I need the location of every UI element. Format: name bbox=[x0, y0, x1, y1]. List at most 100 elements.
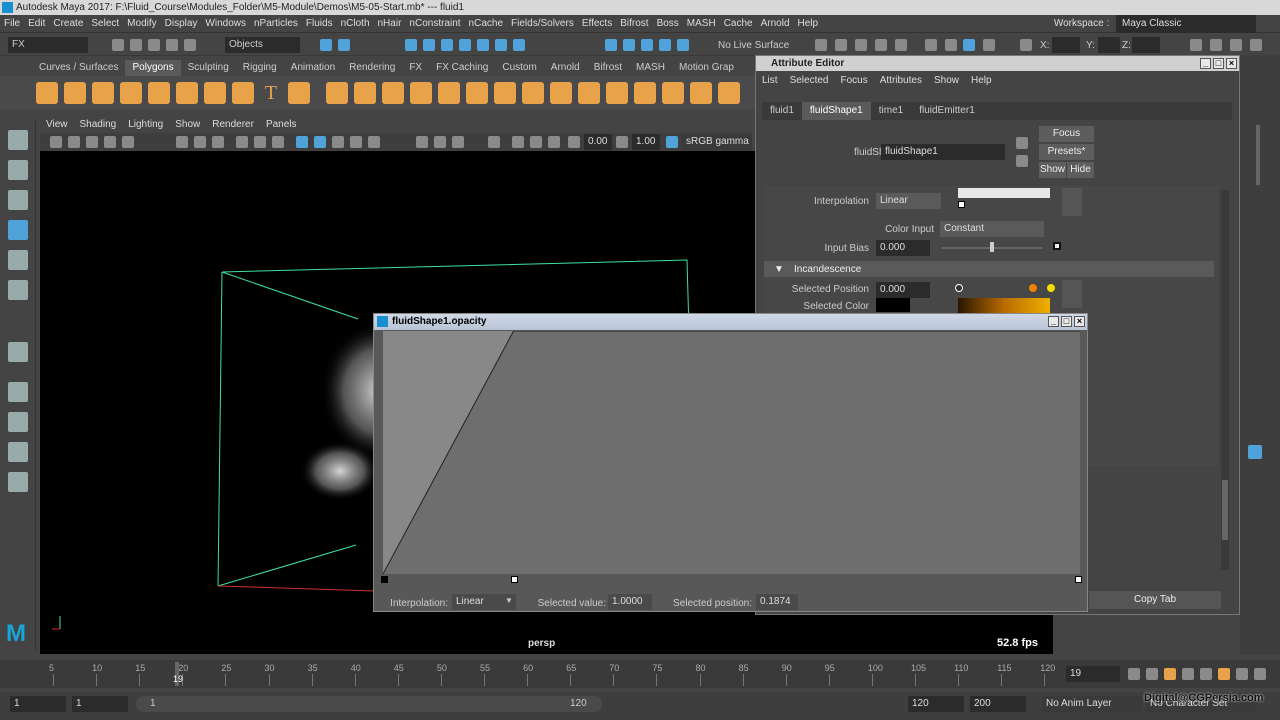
anim-layer-dropdown[interactable]: No Anim Layer bbox=[1042, 696, 1142, 712]
ramp-handle-start[interactable] bbox=[381, 576, 388, 583]
menu-nconstraint[interactable]: nConstraint bbox=[405, 15, 464, 33]
z-field[interactable] bbox=[1132, 37, 1160, 53]
xray-components-icon[interactable] bbox=[548, 136, 560, 148]
safe-action-icon[interactable] bbox=[272, 136, 284, 148]
close-icon[interactable]: × bbox=[1074, 316, 1085, 327]
poly-plane-icon[interactable] bbox=[176, 82, 198, 104]
poly-torus-icon[interactable] bbox=[148, 82, 170, 104]
menu-bifrost[interactable]: Bifrost bbox=[616, 15, 652, 33]
wireframe-icon[interactable] bbox=[296, 136, 308, 148]
color-management-icon[interactable] bbox=[666, 136, 678, 148]
incandescence-handle-orange[interactable] bbox=[1029, 284, 1037, 292]
go-to-end-icon[interactable] bbox=[1254, 668, 1266, 680]
shelf-tab-polygons[interactable]: Polygons bbox=[125, 60, 181, 76]
save-scene-icon[interactable] bbox=[148, 39, 160, 51]
poly-text-icon[interactable]: T bbox=[260, 82, 282, 104]
selected-color-swatch[interactable] bbox=[876, 298, 910, 312]
ramp-large-view-button[interactable] bbox=[1062, 188, 1082, 216]
menu-arnold[interactable]: Arnold bbox=[757, 15, 794, 33]
output-ops-icon[interactable] bbox=[641, 39, 653, 51]
snap-surface-icon[interactable] bbox=[513, 39, 525, 51]
viewport-menu-view[interactable]: View bbox=[40, 117, 74, 133]
last-tool-icon[interactable] bbox=[8, 342, 28, 362]
poly-cube-icon[interactable] bbox=[64, 82, 86, 104]
lasso-tool-icon[interactable] bbox=[8, 160, 28, 180]
cylindrical-map-icon[interactable] bbox=[662, 82, 684, 104]
playback-start-field[interactable]: 1 bbox=[72, 696, 128, 712]
soft-select-icon[interactable] bbox=[677, 39, 689, 51]
maximize-icon[interactable]: □ bbox=[1061, 316, 1072, 327]
grid-toggle-icon[interactable] bbox=[176, 136, 188, 148]
menu-create[interactable]: Create bbox=[49, 15, 87, 33]
ae-menu-focus[interactable]: Focus bbox=[834, 71, 873, 91]
pause-viewport-icon[interactable] bbox=[983, 39, 995, 51]
snap-curve-icon[interactable] bbox=[423, 39, 435, 51]
separate-icon[interactable] bbox=[354, 82, 376, 104]
xray-icon[interactable] bbox=[512, 136, 524, 148]
input-bias-field[interactable]: 0.000 bbox=[876, 240, 930, 256]
select-camera-icon[interactable] bbox=[50, 136, 62, 148]
menu-display[interactable]: Display bbox=[161, 15, 202, 33]
tab-fluid1[interactable]: fluid1 bbox=[762, 102, 802, 120]
poly-svg-icon[interactable] bbox=[288, 82, 310, 104]
color-input-dropdown[interactable]: Constant bbox=[940, 221, 1044, 237]
automatic-map-icon[interactable] bbox=[690, 82, 712, 104]
modeling-toolkit-icon[interactable] bbox=[1190, 39, 1202, 51]
mirror-icon[interactable] bbox=[410, 82, 432, 104]
layout-two-pane-icon[interactable] bbox=[8, 442, 28, 462]
incandescence-handle-black[interactable] bbox=[955, 284, 963, 292]
layout-single-pane-icon[interactable] bbox=[8, 382, 28, 402]
live-surface-label[interactable]: No Live Surface bbox=[718, 40, 789, 51]
time-slider[interactable]: 5 10 15 20 25 30 35 40 45 50 55 60 65 70 75 80 85 90 95 100… bbox=[0, 660, 1280, 688]
hypershade-icon[interactable] bbox=[895, 39, 907, 51]
resolution-gate-icon[interactable] bbox=[212, 136, 224, 148]
xray-joints-icon[interactable] bbox=[530, 136, 542, 148]
ramp-window-titlebar[interactable]: fluidShape1.opacity _ □ × bbox=[374, 314, 1087, 330]
fluidshape-name-field[interactable]: fluidShape1 bbox=[881, 144, 1005, 160]
viewport-menu-renderer[interactable]: Renderer bbox=[206, 117, 260, 133]
ramp-handle-end[interactable] bbox=[1075, 576, 1082, 583]
fill-hole-icon[interactable] bbox=[550, 82, 572, 104]
menu-effects[interactable]: Effects bbox=[578, 15, 616, 33]
uv-editor-icon[interactable] bbox=[606, 82, 628, 104]
symmetry-icon[interactable] bbox=[659, 39, 671, 51]
attribute-editor-titlebar[interactable]: Attribute Editor _ □ × bbox=[756, 56, 1239, 71]
snap-view-plane-icon[interactable] bbox=[459, 39, 471, 51]
go-to-start-icon[interactable] bbox=[1128, 668, 1140, 680]
y-field[interactable] bbox=[1098, 37, 1120, 53]
channel-box-scrollbar[interactable] bbox=[1256, 125, 1260, 185]
ambient-occlusion-icon[interactable] bbox=[416, 136, 428, 148]
channel-box-toggle-icon[interactable] bbox=[1250, 39, 1262, 51]
menu-ncloth[interactable]: nCloth bbox=[337, 15, 374, 33]
play-backwards-icon[interactable] bbox=[1182, 668, 1194, 680]
input-ops-icon[interactable] bbox=[623, 39, 635, 51]
motion-blur-icon[interactable] bbox=[434, 136, 446, 148]
incandescence-handle-yellow[interactable] bbox=[1047, 284, 1055, 292]
animation-start-field[interactable]: 1 bbox=[10, 696, 66, 712]
smooth-icon[interactable] bbox=[382, 82, 404, 104]
ipr-render-icon[interactable] bbox=[855, 39, 867, 51]
step-forward-key-icon[interactable] bbox=[1236, 668, 1248, 680]
combine-icon[interactable] bbox=[326, 82, 348, 104]
menu-edit[interactable]: Edit bbox=[24, 15, 49, 33]
tab-fluidemitter1[interactable]: fluidEmitter1 bbox=[911, 102, 983, 120]
minimize-icon[interactable]: _ bbox=[1200, 58, 1211, 69]
step-forward-frame-icon[interactable] bbox=[1218, 668, 1230, 680]
poly-pipe-icon[interactable] bbox=[232, 82, 254, 104]
menu-file[interactable]: File bbox=[0, 15, 24, 33]
range-slider-bar[interactable]: 1 120 bbox=[136, 696, 602, 712]
ramp-graph-area[interactable] bbox=[383, 331, 1080, 574]
film-gate-icon[interactable] bbox=[194, 136, 206, 148]
light-editor-icon[interactable] bbox=[945, 39, 957, 51]
viewport-menu-lighting[interactable]: Lighting bbox=[122, 117, 169, 133]
opacity-ramp-preview[interactable] bbox=[958, 188, 1050, 198]
gamma-field[interactable]: 1.00 bbox=[632, 134, 660, 150]
viewport-menu-shading[interactable]: Shading bbox=[74, 117, 123, 133]
two-d-pan-zoom-icon[interactable] bbox=[122, 136, 134, 148]
menu-windows[interactable]: Windows bbox=[201, 15, 250, 33]
snap-grid-icon[interactable] bbox=[405, 39, 417, 51]
menu-mash[interactable]: MASH bbox=[683, 15, 720, 33]
viewport-menu-show[interactable]: Show bbox=[169, 117, 206, 133]
use-all-lights-icon[interactable] bbox=[350, 136, 362, 148]
selected-value-field[interactable]: 1.0000 bbox=[608, 594, 652, 610]
